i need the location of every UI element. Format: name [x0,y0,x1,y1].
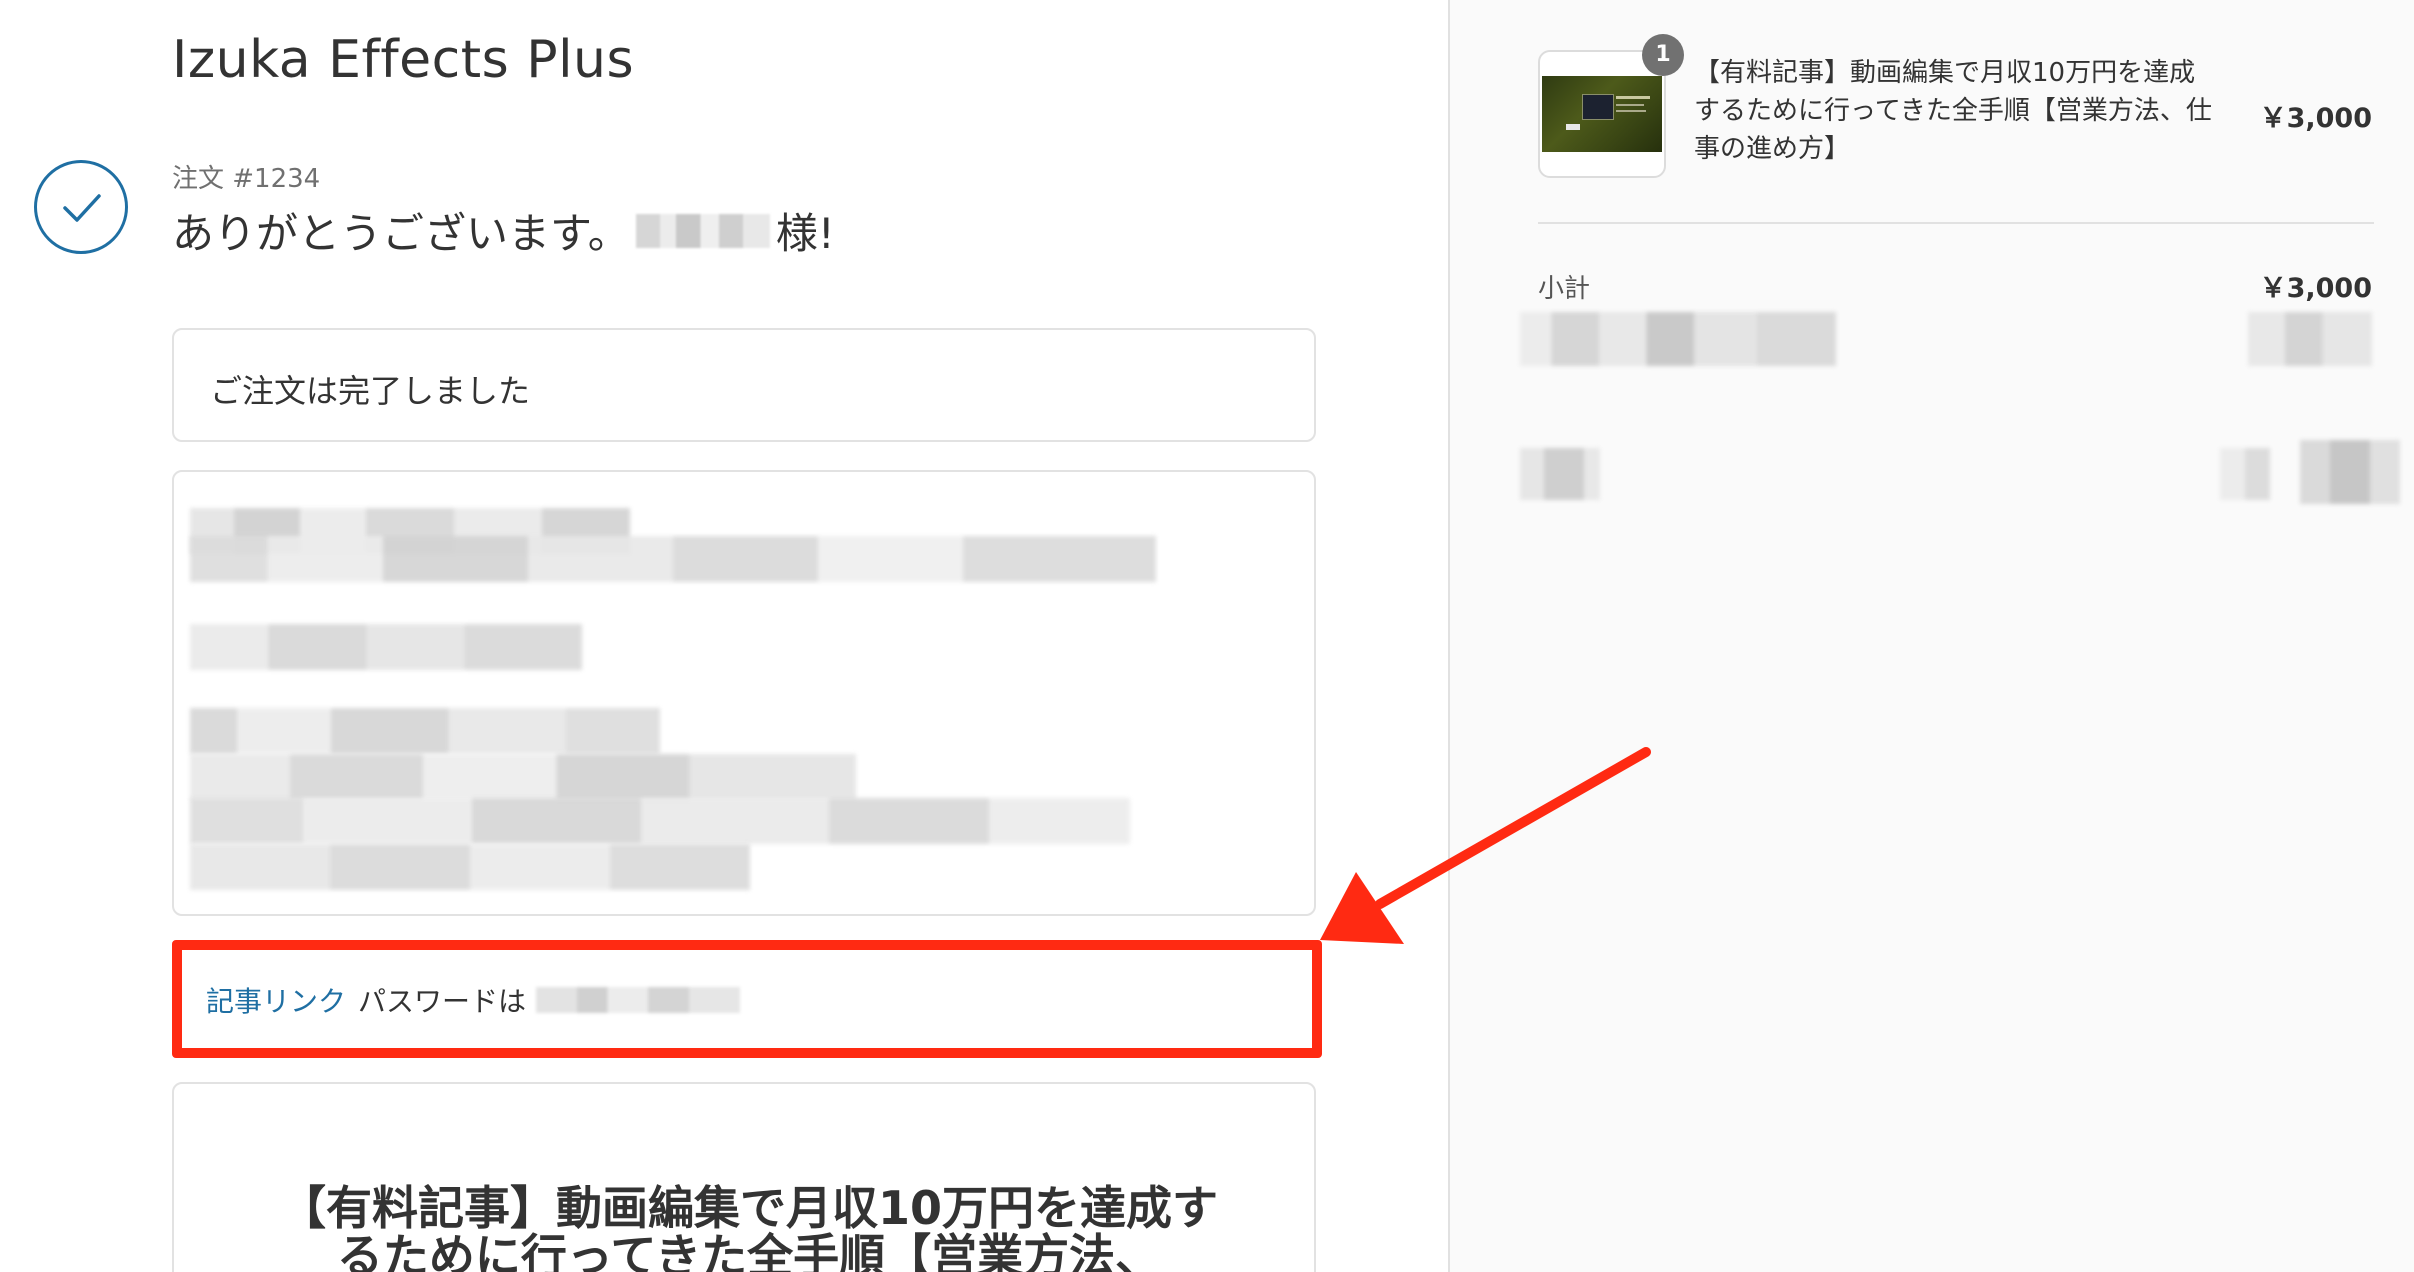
article-preview-box: 【有料記事】動画編集で月収10万円を達成するために行ってきた全手順【営業方法、 [172,1082,1316,1272]
thank-you-heading: ありがとうございます。 様! [172,200,835,261]
product-thumbnail-image [1542,76,1662,152]
thumbnail-text-line [1616,96,1650,99]
quantity-badge: 1 [1642,34,1684,76]
thumbnail-text-line [1616,104,1644,106]
thumbnail-monitor-graphic [1582,94,1614,120]
redacted-total-label [1520,448,1600,500]
redacted-summary-value [2248,312,2372,366]
password-label: パスワードは [358,985,527,1018]
redacted-total-currency [2220,448,2270,500]
product-price: ￥3,000 [2259,103,2372,134]
order-complete-text: ご注文は完了しました [210,372,531,410]
summary-divider [1538,222,2374,224]
article-link-row: 記事リンク パスワードは [206,980,741,1020]
customer-name-redacted [635,213,770,248]
redacted-line [190,624,582,670]
redacted-line [190,798,1130,844]
main-content: Izuka Effects Plus 注文 #1234 ありがとうございます。 … [0,0,1448,1272]
redacted-line [190,754,856,800]
thumbnail-text-line [1616,110,1646,112]
redacted-line [190,844,750,890]
redacted-line [190,708,660,754]
thumbnail-label [1566,124,1580,130]
redacted-total-value [2300,440,2400,504]
thank-you-text: ありがとうございます。 [172,209,630,258]
subtotal-value: ￥3,000 [2259,273,2372,304]
check-circle-icon [34,160,128,254]
order-summary-sidebar: 1 【有料記事】動画編集で月収10万円を達成するために行ってきた全手順【営業方法… [1448,0,2414,1272]
article-title: 【有料記事】動画編集で月収10万円を達成するために行ってきた全手順【営業方法、 [279,1181,1218,1272]
password-redacted [536,987,741,1013]
order-complete-box: ご注文は完了しました [172,328,1316,442]
redacted-message-box [172,470,1316,916]
order-number: 注文 #1234 [172,164,321,194]
order-confirmation-page: Izuka Effects Plus 注文 #1234 ありがとうございます。 … [0,0,2414,1272]
redacted-line [190,536,1156,582]
subtotal-label: 小計 [1538,274,1591,304]
article-link[interactable]: 記事リンク [206,980,346,1020]
shop-title[interactable]: Izuka Effects Plus [172,30,634,90]
redacted-summary-label [1520,312,1836,366]
product-title: 【有料記事】動画編集で月収10万円を達成するために行ってきた全手順【営業方法、仕… [1694,58,2212,164]
thank-you-suffix: 様! [775,209,835,258]
